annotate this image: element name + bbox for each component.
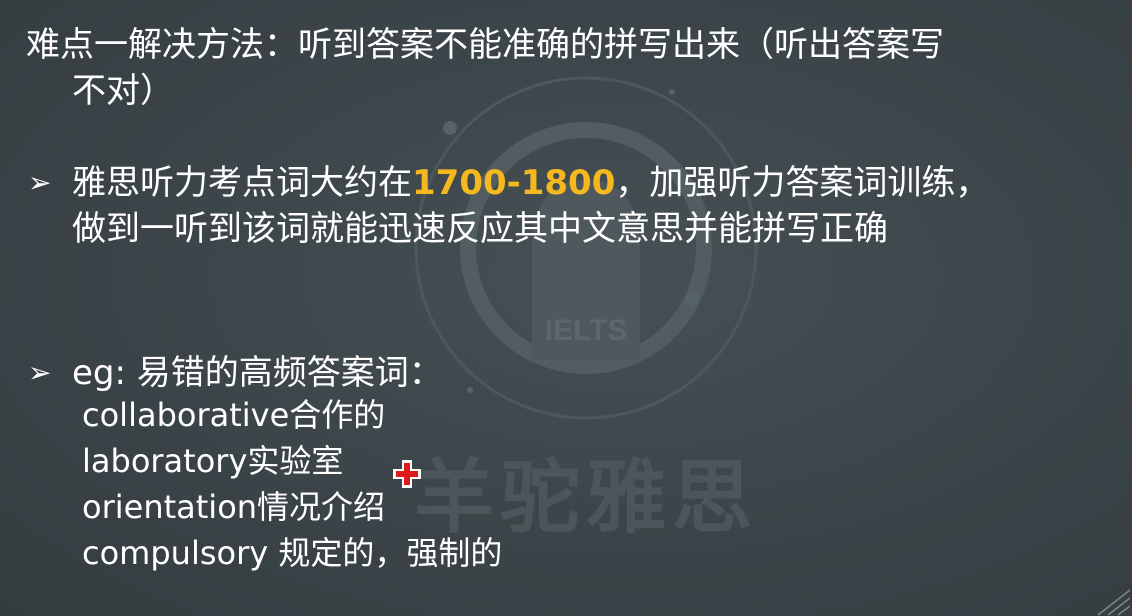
title-line-1: 难点一解决方法：听到答案不能准确的拼写出来（听出答案写 <box>26 25 944 65</box>
list-item: compulsory 规定的，强制的 <box>82 534 503 572</box>
slide: IELTS 羊驼雅思 难点一解决方法：听到答案不能准确的拼写出来（听出答案写 不… <box>0 0 1132 616</box>
bullet-arrow-icon: ➢ <box>28 166 52 199</box>
example-heading: eg: 易错的高频答案词： <box>72 353 443 393</box>
corner-fold-icon <box>1097 589 1131 616</box>
bullet-example: ➢ eg: 易错的高频答案词： <box>28 350 443 396</box>
bullet-text-after: ，加强听力答案词训练， <box>615 163 990 203</box>
list-item: laboratory实验室 <box>82 442 344 480</box>
bullet-text-before: 雅思听力考点词大约在 <box>72 163 412 203</box>
list-item: collaborative合作的 <box>82 396 386 434</box>
list-item: orientation情况介绍 <box>82 488 386 526</box>
title-line-2: 不对） <box>72 71 174 111</box>
bullet-vocab-count: ➢ 雅思听力考点词大约在1700-1800，加强听力答案词训练， 做到一听到该词就… <box>28 160 989 252</box>
watermark-ielts-text: IELTS <box>545 314 628 347</box>
bullet-text-line-2: 做到一听到该词就能迅速反应其中文意思并能拼写正确 <box>72 209 888 249</box>
pointer-cross-icon <box>393 460 421 488</box>
bullet-arrow-icon: ➢ <box>28 356 52 389</box>
slide-title: 难点一解决方法：听到答案不能准确的拼写出来（听出答案写 不对） <box>26 22 1106 114</box>
word-list: collaborative合作的 laboratory实验室 orientati… <box>82 392 502 576</box>
highlight-number: 1700-1800 <box>412 163 616 203</box>
